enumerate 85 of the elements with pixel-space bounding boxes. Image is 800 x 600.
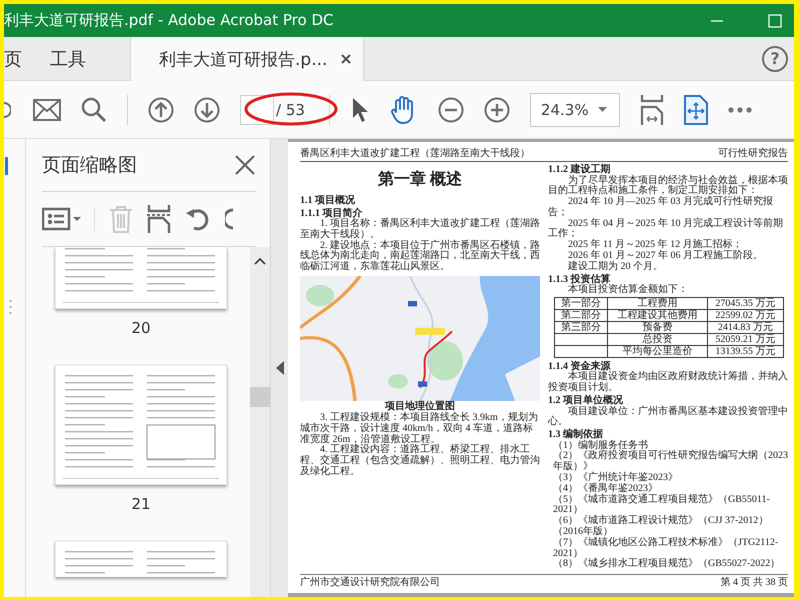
section-heading: 1.1 项目概况 [300,195,356,206]
page-count: / 53 [276,100,305,118]
partial-icon[interactable] [4,100,11,120]
figure-caption: 项目地理位置图 [384,400,456,412]
help-button[interactable]: ? [762,46,788,72]
reference-item: （5）《城市道路交通工程项目规范》（GB55011-2021） [552,494,771,516]
caret-icon[interactable] [598,106,607,112]
document-tab[interactable]: 利丰大道可研报告.p... [130,37,364,81]
table-cell: 22599.02 万元 [707,309,784,322]
collapse-arrow-icon[interactable] [276,361,284,375]
paragraph: 3. 工程建设规模：本项目路线全长 3.9km，规划为城市次干路，设计速度 40km/h，双向 4 车道，道路标准宽度 26m，沿管道敷设工程。 [300,412,539,445]
rotate-button[interactable] [185,206,211,232]
page-thumbnail[interactable] [55,247,227,309]
dots-icon [9,299,12,315]
mail-icon[interactable] [33,98,61,120]
paragraph: 为了尽早发挥本项目的经济与社会效益，根据本项目的工程特点和施工条件，制定工期安排如下： [548,176,788,196]
close-icon[interactable] [234,154,256,176]
reference-item: （1）编制服务任务书 [552,440,648,451]
options-button[interactable] [42,207,95,231]
panel-title: 页面缩略图 [42,153,137,178]
scroll-thumb[interactable] [250,387,270,407]
more-icon[interactable] [728,106,752,112]
page-header: 可行性研究报告 [718,148,788,160]
rotate-button[interactable] [225,206,233,232]
section-heading: 1.1.3 投资估算 [548,274,610,285]
insert-page-button[interactable] [147,205,171,233]
page-footer: 广州市交通设计研究院有限公司 [300,577,440,589]
table-cell: 工程费用 [607,297,708,310]
page-footer: 第 4 页 共 38 页 [720,577,788,589]
reference-item: （6）《城市道路工程设计规范》（CJJ 37-2012）（2016年版） [552,516,770,538]
reference-item: （4）《番禺年鉴2023》 [552,484,659,494]
table-cell: 预备费 [607,321,708,334]
table-cell: 第三部分 [554,321,608,334]
text-line: 2025 年 04 月～2025 年 10 月完成工程设计等前期工作； [548,218,784,240]
paragraph: 项目建设单位：广州市番禺区基本建设投资管理中心。 [548,406,788,428]
section-heading: 1.1.2 建设工期 [548,164,612,175]
table-cell [554,345,608,358]
page-number: 21 [131,495,151,513]
section-heading: 1.1.4 资金来源 [548,360,610,372]
zoom-field[interactable]: 24.3% [530,92,620,126]
page-arrows-icon[interactable] [684,94,708,124]
previous-page-icon[interactable] [148,96,174,122]
text-line: 2024 年 10 月—2025 年 03 月完成可行性研究报告； [548,197,773,218]
table-cell: 27045.35 万元 [707,297,784,310]
nav-tab[interactable]: 页 [4,37,36,80]
text-line: 本项目投资估算金额如下： [567,285,689,296]
paragraph: 2. 建设地点：本项目位于广州市番禺区石楼镇，路线总体为南北走向，南起莲湖路口，北至南大干线，西临砺江河道，东靠莲花山风景区。 [300,240,540,273]
text-line: 2025 年 11 月～2025 年 12 月施工招标； [567,240,743,250]
reference-item: （2）《政府投资项目可行性研究报告编写大纲（2023年版）》 [552,451,788,472]
search-icon[interactable] [81,96,107,122]
scrollbar[interactable] [250,247,270,597]
table-cell: 52059.21 万元 [707,333,784,346]
table-cell: 2414.83 万元 [707,321,784,334]
scroll-up-icon[interactable] [254,257,266,265]
maximize-icon[interactable] [768,14,782,28]
paragraph: 4. 工程建设内容：道路工程、桥梁工程、排水工程、交通工程（包含交通疏解）、照明工程、电力管沟及绿化工程。 [300,445,540,478]
table-cell: 平均每公里造价 [607,345,708,358]
chapter-title: 第一章 概述 [377,169,463,190]
window-title: 利丰大道可研报告.pdf - Adobe Acrobat Pro DC [4,11,334,30]
text-line: 2026 年 01 月～2027 年 06 月工程施工阶段。 [567,251,764,262]
close-icon[interactable] [341,54,352,64]
table-cell: 总投资 [607,333,708,346]
page-header: 番禺区利丰大道改扩建工程（莲湖路至南大干线段） [300,148,530,160]
fit-page-icon[interactable] [640,94,664,124]
table-cell: 第一部分 [554,297,608,310]
table-cell: 13139.55 万元 [707,345,784,358]
section-heading: 1.1.1 项目简介 [300,208,362,218]
page-thumbnail[interactable] [55,541,227,577]
reference-item: （7）《城镇化地区公路工程技术标准》（JTG2112-2021） [552,538,780,559]
table-cell: 第二部分 [554,309,608,322]
section-heading: 1.2 项目单位概况 [548,395,623,406]
reference-item: （8）《城乡排水工程项目规范》（GB55027-2022） [552,559,782,570]
text-line: 建设工期为 20 个月。 [567,262,664,273]
zoom-out-icon[interactable] [438,96,464,122]
page-thumbnail[interactable] [55,365,227,485]
table-cell [554,333,608,346]
table-cell: 工程建设其他费用 [607,309,708,322]
paragraph: 本项目建设资金均由区政府财政统计筹措，并纳入投资项目计划。 [548,372,788,394]
nav-tab[interactable]: 工具 [50,37,100,80]
reference-item: （3）《广州统计年鉴2023》 [552,473,679,484]
paragraph: 1. 项目名称：番禺区利丰大道改扩建工程（莲湖路至南大干线段）。 [300,219,540,240]
next-page-icon[interactable] [194,96,220,122]
section-heading: 1.3 编制依据 [548,429,604,440]
zoom-in-icon[interactable] [484,96,510,122]
page-number: 20 [131,319,151,337]
